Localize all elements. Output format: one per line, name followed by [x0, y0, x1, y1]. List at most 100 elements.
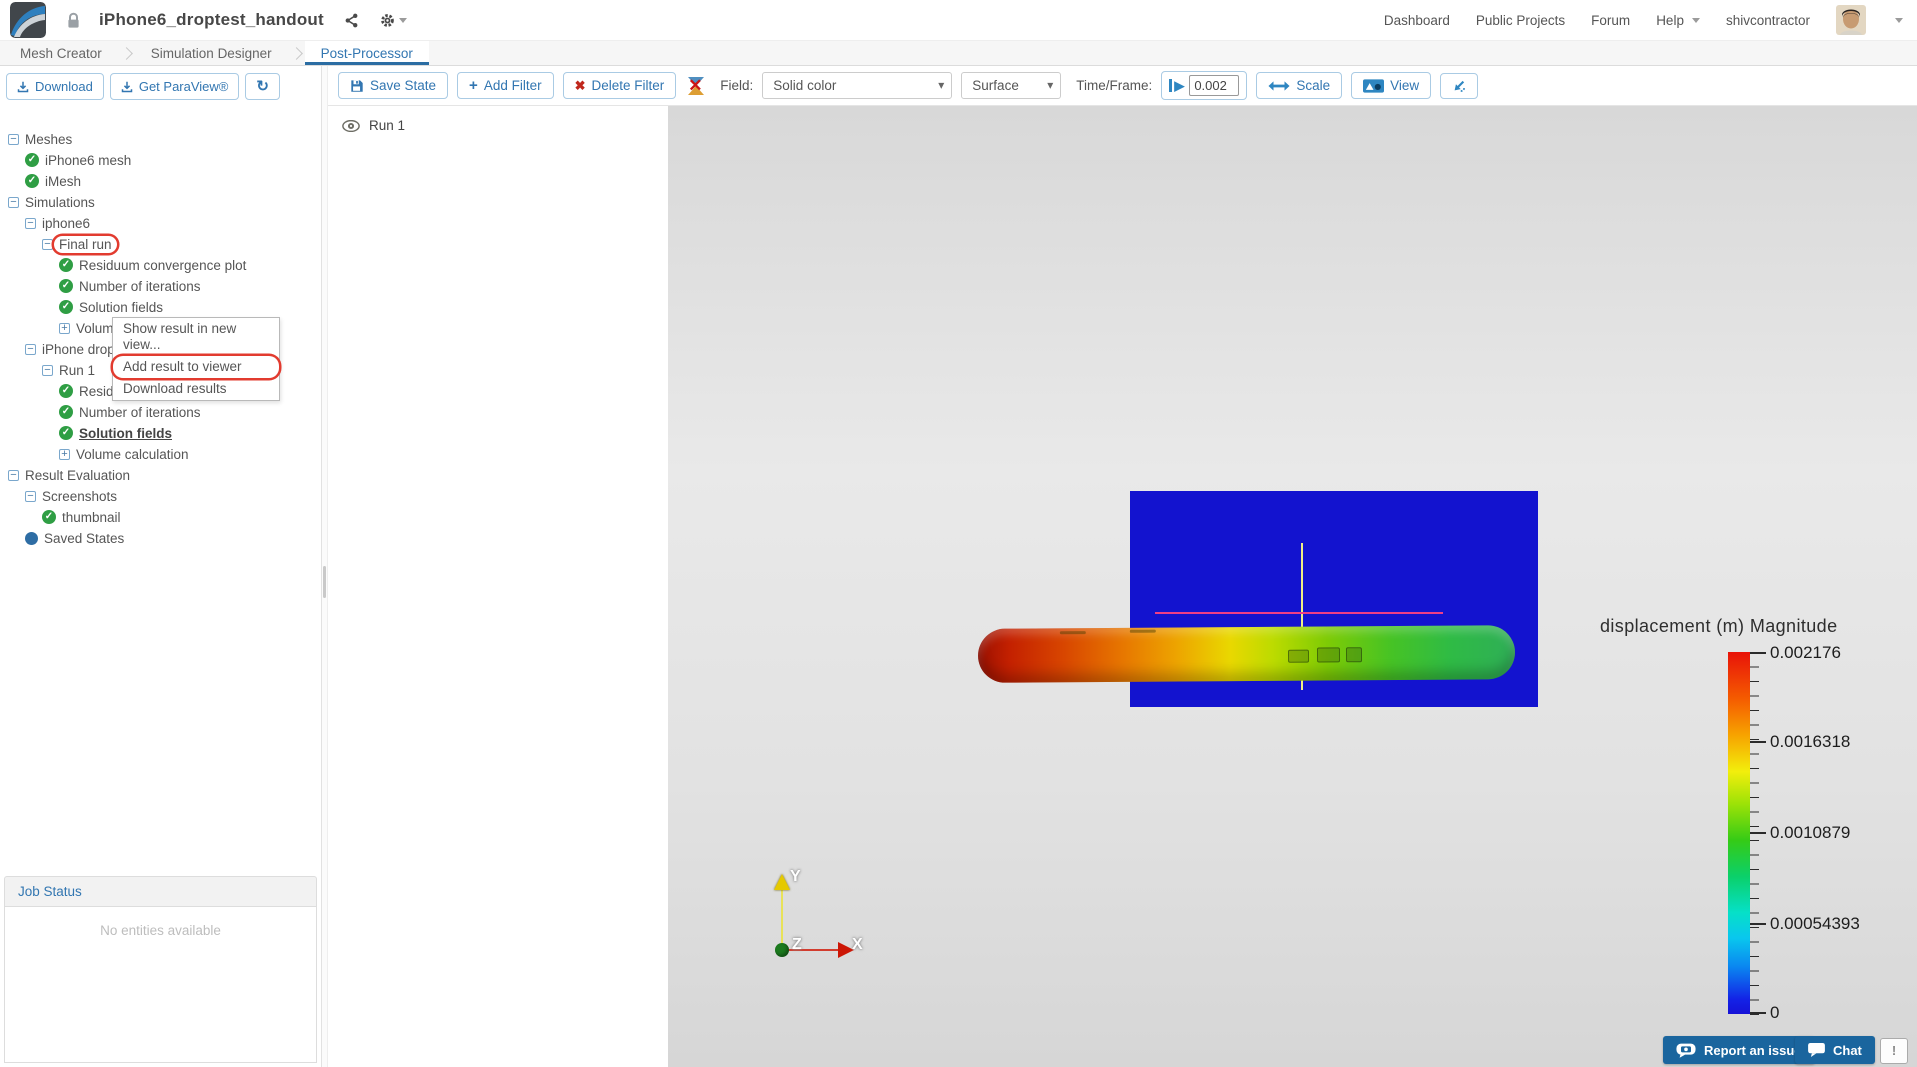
scale-button[interactable]: Scale: [1256, 72, 1343, 99]
collapse-icon[interactable]: [8, 469, 19, 481]
play-icon[interactable]: ▶: [1169, 79, 1184, 92]
expand-icon[interactable]: [59, 448, 70, 460]
delete-filter-button[interactable]: Delete Filter: [562, 72, 677, 99]
tree-label: Simulations: [25, 194, 95, 210]
nav-dashboard[interactable]: Dashboard: [1384, 13, 1450, 28]
refresh-button[interactable]: ↻: [245, 73, 280, 100]
fit-arrow-icon: [1454, 80, 1466, 92]
get-paraview-label: Get ParaView®: [138, 79, 229, 94]
alert-badge[interactable]: !: [1880, 1038, 1908, 1064]
download-icon: [121, 81, 133, 92]
phone-antenna-line: [1129, 629, 1156, 633]
nav-public-projects[interactable]: Public Projects: [1476, 13, 1565, 28]
field-select[interactable]: Solid color: [762, 72, 953, 99]
nav-forum[interactable]: Forum: [1591, 13, 1630, 28]
phone-antenna-line: [1059, 631, 1086, 635]
menu-item-show-result-new-view[interactable]: Show result in new view...: [113, 318, 279, 356]
tree-item-final-run[interactable]: Final run: [0, 234, 321, 254]
tab-separator-icon: [289, 46, 303, 60]
report-issue-button[interactable]: Report an issue: [1663, 1036, 1815, 1064]
colorbar-label: 0.00054393: [1770, 914, 1860, 933]
phone-port-detail: [1287, 649, 1310, 663]
panel-splitter[interactable]: [322, 66, 328, 1067]
tab-simulation-designer[interactable]: Simulation Designer: [135, 41, 288, 65]
nav-username[interactable]: shivcontractor: [1726, 13, 1810, 28]
success-check-icon: [25, 174, 39, 188]
fit-view-button[interactable]: [1440, 72, 1479, 99]
main-area: Save State Add Filter Delete Filter ✕ Fi…: [328, 66, 1917, 1067]
tree-label: iphone6: [42, 215, 91, 231]
clear-filter-icon[interactable]: ✕: [687, 76, 705, 96]
header-nav: Dashboard Public Projects Forum Help shi…: [1384, 5, 1903, 35]
tree-item-residuum-plot-1[interactable]: Residuum convergence plot: [0, 255, 321, 275]
y-axis-label: Y: [790, 868, 801, 885]
tree-item-imesh[interactable]: iMesh: [0, 171, 321, 191]
tree-item-iphone6-mesh[interactable]: iPhone6 mesh: [0, 150, 321, 170]
tree-item-iterations-1[interactable]: Number of iterations: [0, 276, 321, 296]
view-button[interactable]: View: [1351, 72, 1432, 99]
add-filter-button[interactable]: Add Filter: [457, 72, 554, 99]
gear-icon[interactable]: [379, 12, 407, 29]
visibility-eye-icon[interactable]: [342, 119, 360, 132]
x-axis-line: [782, 949, 840, 951]
app-window: iPhone6_droptest_handout Dashboard Publi…: [0, 0, 1917, 1067]
simscale-logo-icon[interactable]: [10, 2, 46, 38]
save-icon: [351, 79, 363, 92]
save-state-label: Save State: [370, 78, 437, 93]
tree-label: Number of iterations: [79, 278, 201, 294]
viewer-content: Run 1 displacement (m) Magnitude 0.00217…: [328, 106, 1917, 1067]
collapse-icon[interactable]: [42, 364, 53, 376]
save-state-button[interactable]: Save State: [338, 72, 449, 99]
workflow-tabbar: Mesh Creator Simulation Designer Post-Pr…: [0, 40, 1917, 66]
representation-select[interactable]: Surface: [961, 72, 1062, 99]
colorbar-major-tick: [1750, 923, 1766, 925]
expand-icon[interactable]: [59, 322, 70, 334]
success-check-icon: [59, 426, 73, 440]
tree-label: Residuum convergence plot: [79, 257, 247, 273]
tree-item-screenshots[interactable]: Screenshots: [0, 486, 321, 506]
job-status-header: Job Status: [4, 876, 317, 907]
chat-bubble-icon: [1808, 1043, 1825, 1057]
collapse-icon[interactable]: [25, 343, 36, 355]
account-caret-icon[interactable]: [1895, 17, 1903, 23]
collapse-icon[interactable]: [8, 133, 19, 145]
tree-item-iterations-2[interactable]: Number of iterations: [0, 402, 321, 422]
tree-item-volume-2[interactable]: Volume calculation: [0, 444, 321, 464]
chat-button[interactable]: Chat: [1795, 1036, 1875, 1064]
time-frame-label: Time/Frame:: [1076, 78, 1153, 93]
tree-item-meshes[interactable]: Meshes: [0, 129, 321, 149]
tree-item-solution-fields-1[interactable]: Solution fields: [0, 297, 321, 317]
tree-item-iphone6[interactable]: iphone6: [0, 213, 321, 233]
collapse-icon[interactable]: [25, 490, 36, 502]
tree-item-thumbnail[interactable]: thumbnail: [0, 507, 321, 527]
colorbar-major-tick: [1750, 741, 1766, 743]
viewer-toolbar: Save State Add Filter Delete Filter ✕ Fi…: [328, 66, 1917, 106]
success-check-icon: [59, 258, 73, 272]
tab-mesh-creator[interactable]: Mesh Creator: [4, 41, 118, 65]
pipeline-item-run-1[interactable]: Run 1: [342, 118, 654, 133]
menu-item-download-results[interactable]: Download results: [113, 378, 279, 400]
tree-item-saved-states[interactable]: Saved States: [0, 528, 321, 548]
success-check-icon: [59, 405, 73, 419]
colorbar: [1728, 652, 1750, 1014]
collapse-icon[interactable]: [42, 238, 53, 250]
tree-label: Solution fields: [79, 299, 164, 315]
tree-item-solution-fields-2[interactable]: Solution fields: [0, 423, 321, 443]
job-status-panel: Job Status No entities available: [4, 876, 317, 1063]
tree-item-result-evaluation[interactable]: Result Evaluation: [0, 465, 321, 485]
collapse-icon[interactable]: [8, 196, 19, 208]
tree-item-simulations[interactable]: Simulations: [0, 192, 321, 212]
collapse-icon[interactable]: [25, 217, 36, 229]
nav-help[interactable]: Help: [1656, 13, 1700, 28]
share-icon[interactable]: [344, 13, 359, 28]
time-frame-input[interactable]: [1189, 75, 1240, 96]
avatar[interactable]: [1836, 5, 1866, 35]
download-button[interactable]: Download: [6, 73, 104, 100]
get-paraview-button[interactable]: Get ParaView®: [109, 73, 240, 100]
menu-item-add-result-to-viewer[interactable]: Add result to viewer: [113, 356, 279, 378]
annotation-final-run: Final run: [54, 236, 117, 253]
pipeline-item-label: Run 1: [369, 118, 406, 133]
tab-post-processor[interactable]: Post-Processor: [304, 41, 429, 65]
viewport-3d[interactable]: displacement (m) Magnitude 0.002176 0.00…: [668, 106, 1917, 1067]
colorbar-major-tick: [1750, 652, 1766, 654]
